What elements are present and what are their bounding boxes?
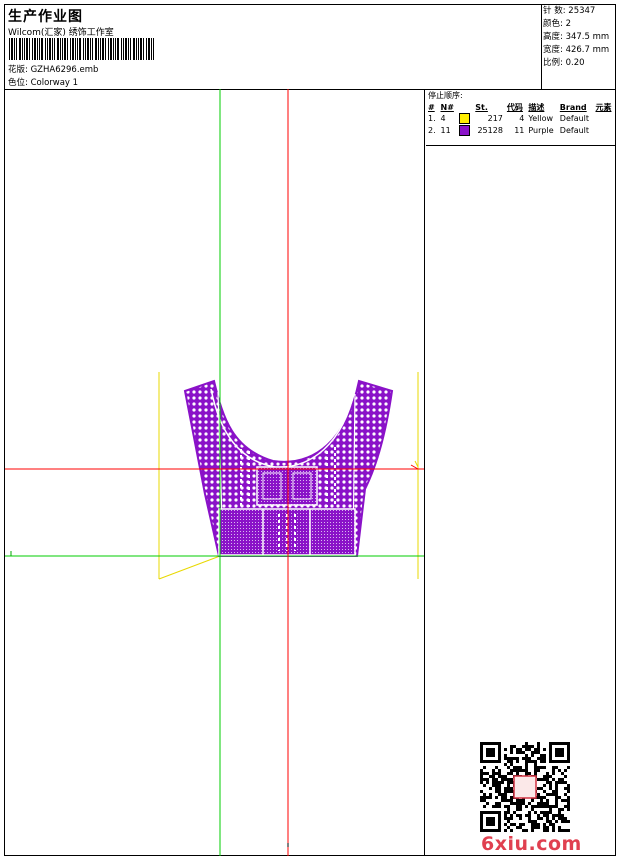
colorway-name: Colorway 1 xyxy=(30,78,79,88)
legend-header-row: # N# St. 代码 描述 Brand 元素 xyxy=(426,102,615,113)
legend-table: # N# St. 代码 描述 Brand 元素 1. 4 217 4 Yello… xyxy=(426,102,615,137)
stat-width: 宽度: 426.7 mm xyxy=(543,45,610,55)
stats-panel: 针 数: 25347 颜色: 2 高度: 347.5 mm 宽度: 426.7 … xyxy=(543,5,615,70)
design-file-row: 花版: GZHA6296.emb xyxy=(8,63,98,75)
stat-scale: 比例: 0.20 xyxy=(543,58,585,68)
header-divider xyxy=(541,5,542,89)
design-file-label: 花版: xyxy=(8,65,28,75)
color-swatch-purple xyxy=(459,125,471,136)
design-file-name: GZHA6296.emb xyxy=(30,65,99,75)
col-code: 代码 xyxy=(506,103,523,112)
stop-sequence-legend: 停止顺序: # N# St. 代码 描述 Brand 元素 1. 4 217 4… xyxy=(426,90,615,137)
col-element: 元素 xyxy=(595,103,612,112)
col-stitches: St. xyxy=(475,103,488,112)
legend-bottom-line xyxy=(426,145,615,146)
header-info: 生产作业图 Wilcom(汇家) 绣饰工作室 花版: GZHA6296.emb … xyxy=(5,5,541,89)
production-sheet: 生产作业图 Wilcom(汇家) 绣饰工作室 花版: GZHA6296.emb … xyxy=(4,4,616,856)
page-title: 生产作业图 xyxy=(8,9,83,25)
barcode xyxy=(9,38,154,60)
qr-code xyxy=(480,742,570,832)
colorway-label: 色位: xyxy=(8,78,28,88)
legend-title: 停止顺序: xyxy=(428,91,463,100)
color-swatch-yellow xyxy=(459,113,471,124)
design-preview xyxy=(5,89,424,856)
col-swatch xyxy=(457,102,473,113)
col-needle: N# xyxy=(440,103,454,112)
col-index: # xyxy=(428,103,435,112)
watermark-logo: 6xiu.com xyxy=(481,833,582,855)
col-desc: 描述 xyxy=(528,103,545,112)
seal-stamp xyxy=(513,775,537,799)
stat-height: 高度: 347.5 mm xyxy=(543,32,610,42)
col-brand: Brand xyxy=(559,103,587,112)
colorway-row: 色位: Colorway 1 xyxy=(8,76,78,88)
studio-name: Wilcom(汇家) 绣饰工作室 xyxy=(8,28,114,38)
stat-colors: 颜色: 2 xyxy=(543,19,571,29)
stat-stitches: 针 数: 25347 xyxy=(543,6,596,16)
legend-row: 2. 11 25128 11 Purple Default xyxy=(428,125,590,136)
legend-row: 1. 4 217 4 Yellow Default xyxy=(428,113,590,124)
legend-divider xyxy=(424,89,425,856)
